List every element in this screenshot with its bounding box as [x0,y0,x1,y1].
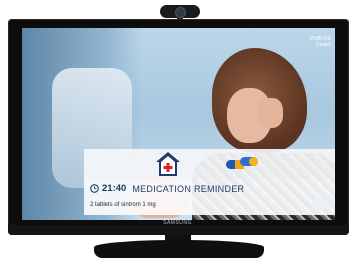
pills-icon [226,157,258,169]
tv-screen: VIVIR DE Cuatro ● [22,28,335,220]
presenter-hand [257,98,283,128]
channel-logo: VIVIR DE Cuatro [293,36,331,48]
notification-time: 21:40 [102,183,127,194]
channel-logo-sub: Cuatro [315,42,331,48]
tv-stand-base [94,240,264,258]
tv-brand: SAMSUNG [163,220,192,226]
webcam-lens-icon [175,7,186,18]
notification-time-row: 21:40 MEDICATION REMINDER [90,182,244,195]
medication-notification[interactable]: 21:40 MEDICATION REMINDER 2 tablets of s… [84,149,335,215]
notification-title: MEDICATION REMINDER [132,183,245,194]
house-care-logo-icon [156,152,180,176]
notification-header [84,149,335,179]
notification-detail: 2 tablets of sintrom 1 mg [90,202,156,208]
clock-icon [90,184,99,193]
